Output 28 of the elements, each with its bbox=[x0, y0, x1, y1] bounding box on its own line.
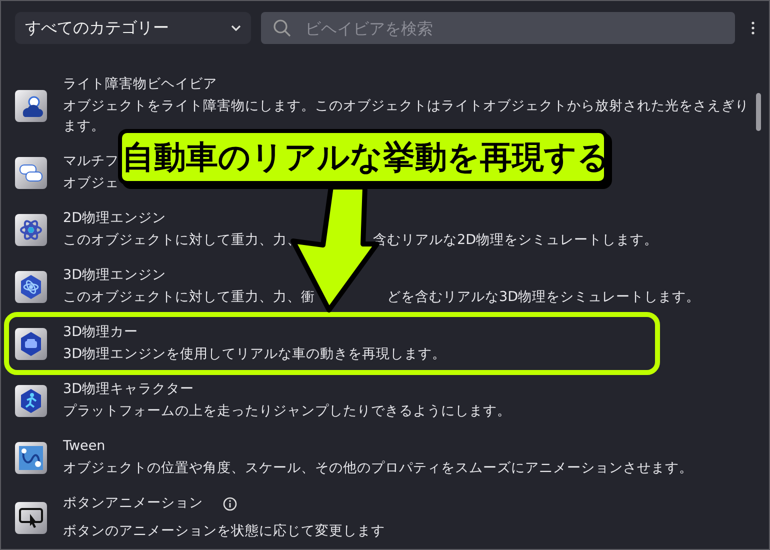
behavior-description: プラットフォームの上を走ったりジャンプしたりできるようにします。 bbox=[63, 403, 511, 419]
search-icon bbox=[273, 19, 291, 37]
behavior-description: オブジェ bbox=[63, 175, 119, 191]
behavior-title: マルチフ bbox=[63, 152, 119, 171]
behavior-description: 3D物理エンジンを使用してリアルな車の動きを再現します。 bbox=[63, 346, 446, 362]
behavior-title: ライト障害物ビヘイビア bbox=[63, 75, 217, 94]
more-options-icon[interactable] bbox=[751, 21, 755, 35]
behavior-title: 3D物理カー bbox=[63, 323, 138, 342]
behavior-description: ボタンのアニメーションを状態に応じて変更します bbox=[63, 523, 385, 539]
category-dropdown[interactable]: すべてのカテゴリー bbox=[15, 12, 251, 44]
atom-icon bbox=[15, 214, 47, 246]
search-field[interactable]: ビヘイビアを検索 bbox=[261, 12, 735, 44]
scrollbar-thumb[interactable] bbox=[756, 93, 761, 131]
runner-icon bbox=[15, 384, 47, 416]
behavior-title: Tween bbox=[63, 437, 106, 456]
behavior-description: このオブジェクトに対して重力、力、衝 bbox=[63, 289, 315, 305]
behavior-description: オブジェクトの位置や角度、スケール、その他のプロパティをスムーズにアニメーションさせます。 bbox=[63, 460, 693, 476]
behavior-title: ボタンアニメーション bbox=[63, 494, 203, 513]
tween-icon bbox=[15, 442, 47, 474]
info-icon[interactable] bbox=[223, 496, 237, 510]
behavior-description: このオブジェクトに対して重力、力、 bbox=[63, 232, 301, 248]
behavior-title: 3D物理キャラクター bbox=[63, 380, 194, 399]
atom-hex-icon bbox=[15, 270, 47, 302]
button-icon bbox=[15, 502, 47, 534]
caret-icon bbox=[231, 25, 241, 31]
behavior-description: どを含むリアルな3D物理をシミュレートします。 bbox=[387, 289, 700, 305]
behavior-title: 2D物理エンジン bbox=[63, 209, 166, 228]
behavior-title: 3D物理エンジン bbox=[63, 266, 166, 285]
